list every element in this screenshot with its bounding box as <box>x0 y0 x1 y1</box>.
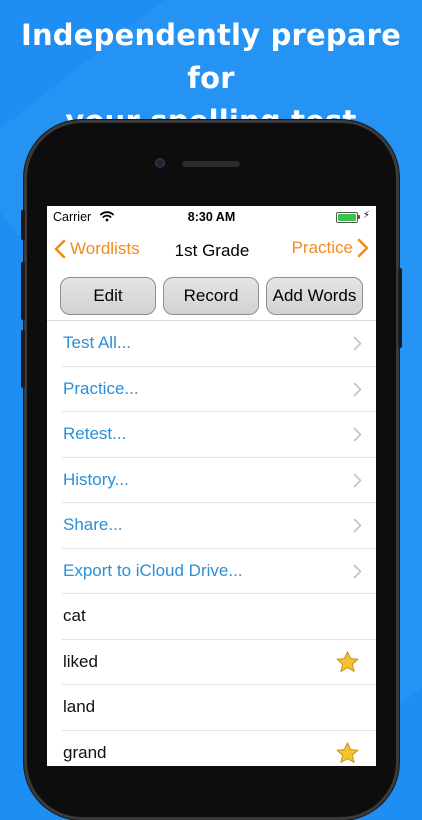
list-item-share[interactable]: Share... <box>62 503 376 549</box>
list-item-label: Test All... <box>63 333 132 352</box>
back-button-label: Wordlists <box>70 239 140 258</box>
battery-level <box>338 214 356 221</box>
star-icon[interactable] <box>335 650 360 675</box>
list-item-label: Export to iCloud Drive... <box>63 560 243 580</box>
record-button[interactable]: Record <box>163 277 259 315</box>
list-item-label: Retest... <box>63 424 127 443</box>
phone-volume-down <box>21 330 25 388</box>
action-toolbar: Edit Record Add Words <box>47 274 376 321</box>
chevron-right-icon <box>353 518 362 533</box>
navigation-bar: Wordlists 1st Grade Practice <box>47 230 376 274</box>
word-row[interactable]: grand <box>62 731 376 767</box>
wordlist-table: Test All... Practice... Retest... Histor… <box>47 321 376 766</box>
chevron-right-icon <box>353 564 362 578</box>
phone-volume-up <box>21 262 25 320</box>
earpiece-speaker <box>182 161 240 167</box>
chevron-right-icon <box>353 336 362 351</box>
word-label: liked <box>63 651 98 671</box>
list-item-history[interactable]: History... <box>62 458 376 503</box>
practice-button-label: Practice <box>291 238 353 257</box>
list-item-practice[interactable]: Practice... <box>62 367 376 412</box>
list-item-test-all[interactable]: Test All... <box>62 321 376 367</box>
status-time: 8:30 AM <box>187 210 236 224</box>
practice-button[interactable]: Practice <box>292 238 369 258</box>
phone-power-button <box>398 268 402 348</box>
status-bar: Carrier 8:30 AM ⚡ <box>47 206 376 228</box>
chevron-right-icon <box>353 382 362 396</box>
chevron-right-icon <box>353 427 362 442</box>
word-label: land <box>63 697 96 716</box>
back-button[interactable]: Wordlists <box>54 239 140 259</box>
star-icon[interactable] <box>335 741 360 766</box>
list-item-label: Practice... <box>63 378 139 398</box>
page-title: 1st Grade <box>174 241 250 260</box>
bolt-icon: ⚡ <box>363 210 371 221</box>
add-words-button[interactable]: Add Words <box>266 277 363 315</box>
word-row[interactable]: cat <box>62 594 376 640</box>
word-row[interactable]: liked <box>62 640 376 685</box>
chevron-left-icon <box>54 239 66 259</box>
list-item-label: History... <box>63 469 129 489</box>
phone-mute-switch <box>21 210 25 240</box>
front-camera <box>155 158 165 168</box>
list-item-label: Share... <box>63 515 123 534</box>
app-screen: Carrier 8:30 AM ⚡ Wordlists 1st Grade Pr… <box>47 206 376 766</box>
headline-line-1: Independently prepare for <box>20 18 402 95</box>
battery-icon <box>336 212 358 223</box>
list-item-retest[interactable]: Retest... <box>62 412 376 458</box>
battery-tip <box>358 215 360 219</box>
word-row[interactable]: land <box>62 685 376 731</box>
word-label: cat <box>63 606 86 625</box>
edit-button[interactable]: Edit <box>60 277 156 315</box>
word-label: grand <box>63 742 107 762</box>
chevron-right-icon <box>353 473 362 487</box>
chevron-right-icon <box>357 238 369 258</box>
list-item-export-icloud[interactable]: Export to iCloud Drive... <box>62 549 376 594</box>
